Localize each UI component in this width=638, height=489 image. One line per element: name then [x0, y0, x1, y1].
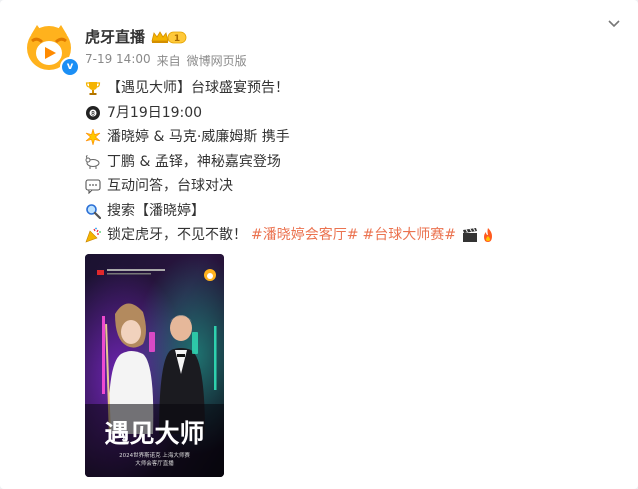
line-text: 【遇见大师】台球盛宴预告！ — [107, 80, 289, 96]
post-image[interactable]: 遇见大师 2024世界斯诺克 上海大师赛 大师会客厅直播 — [85, 254, 224, 477]
content-line: 8 7月19日19:00 — [85, 101, 502, 126]
content-line: 互动问答，台球对决 — [85, 174, 502, 199]
chevron-down-icon[interactable] — [604, 14, 624, 34]
line-text: 锁定虎牙，不见不散！ — [107, 227, 247, 243]
magnifier-icon — [86, 203, 101, 219]
line-text: 潘晓婷 & 马克·威廉姆斯 携手 — [107, 129, 290, 145]
line-text: 丁鹏 & 孟铎，神秘嘉宾登场 — [107, 153, 281, 170]
line-text: 搜索【潘晓婷】 — [107, 202, 205, 219]
line-text: 7月19日19:00 — [107, 104, 203, 121]
trophy-icon — [85, 82, 101, 96]
svg-text:1: 1 — [174, 34, 180, 44]
svg-text:8: 8 — [91, 110, 95, 117]
eight-ball-icon: 8 — [86, 105, 100, 120]
hashtag-link[interactable]: #台球大师赛# — [362, 223, 455, 248]
content-line: 搜索【潘晓婷】 — [85, 199, 502, 224]
vip-crown-badge-icon[interactable]: 1 — [151, 29, 187, 45]
poster-subtitle-line1: 2024世界斯诺克 上海大师赛 — [119, 451, 190, 459]
sparkle-icon — [85, 129, 101, 146]
source-prefix: 来自 — [156, 54, 181, 68]
fire-icon — [483, 228, 492, 243]
content-line: 锁定虎牙，不见不散！ #潘晓婷会客厅# #台球大师赛# — [85, 223, 502, 248]
clapperboard-icon — [462, 228, 477, 243]
content-line: 潘晓婷 & 马克·威廉姆斯 携手 — [85, 125, 502, 150]
hashtag-link[interactable]: #潘晓婷会客厅# — [251, 223, 358, 248]
party-popper-icon — [85, 227, 101, 243]
author-name[interactable]: 虎牙直播 — [85, 26, 145, 47]
post-source: 微博网页版 — [186, 54, 247, 68]
author-row: 虎牙直播 1 — [85, 26, 187, 47]
poster-title: 遇见大师 — [104, 419, 204, 448]
weibo-post-card: v 虎牙直播 1 7-19 14:00 来自 微博网页版 【遇见大师】台球盛宴预… — [0, 0, 638, 489]
post-time[interactable]: 7-19 14:00 — [85, 52, 151, 69]
post-content: 【遇见大师】台球盛宴预告！ 8 7月19日19:00 潘晓婷 & 马克·威廉姆斯… — [85, 76, 502, 248]
verified-badge-icon: v — [60, 57, 80, 77]
content-line: 丁鹏 & 孟铎，神秘嘉宾登场 — [85, 150, 502, 175]
goat-icon — [85, 154, 100, 169]
content-line: 【遇见大师】台球盛宴预告！ — [85, 76, 502, 101]
line-text: 互动问答，台球对决 — [107, 178, 233, 194]
poster-subtitle-line2: 大师会客厅直播 — [135, 459, 174, 467]
speech-bubble-icon — [85, 179, 101, 195]
post-meta: 7-19 14:00 来自 微博网页版 — [85, 52, 247, 69]
poster-artwork: 遇见大师 2024世界斯诺克 上海大师赛 大师会客厅直播 — [85, 254, 224, 477]
